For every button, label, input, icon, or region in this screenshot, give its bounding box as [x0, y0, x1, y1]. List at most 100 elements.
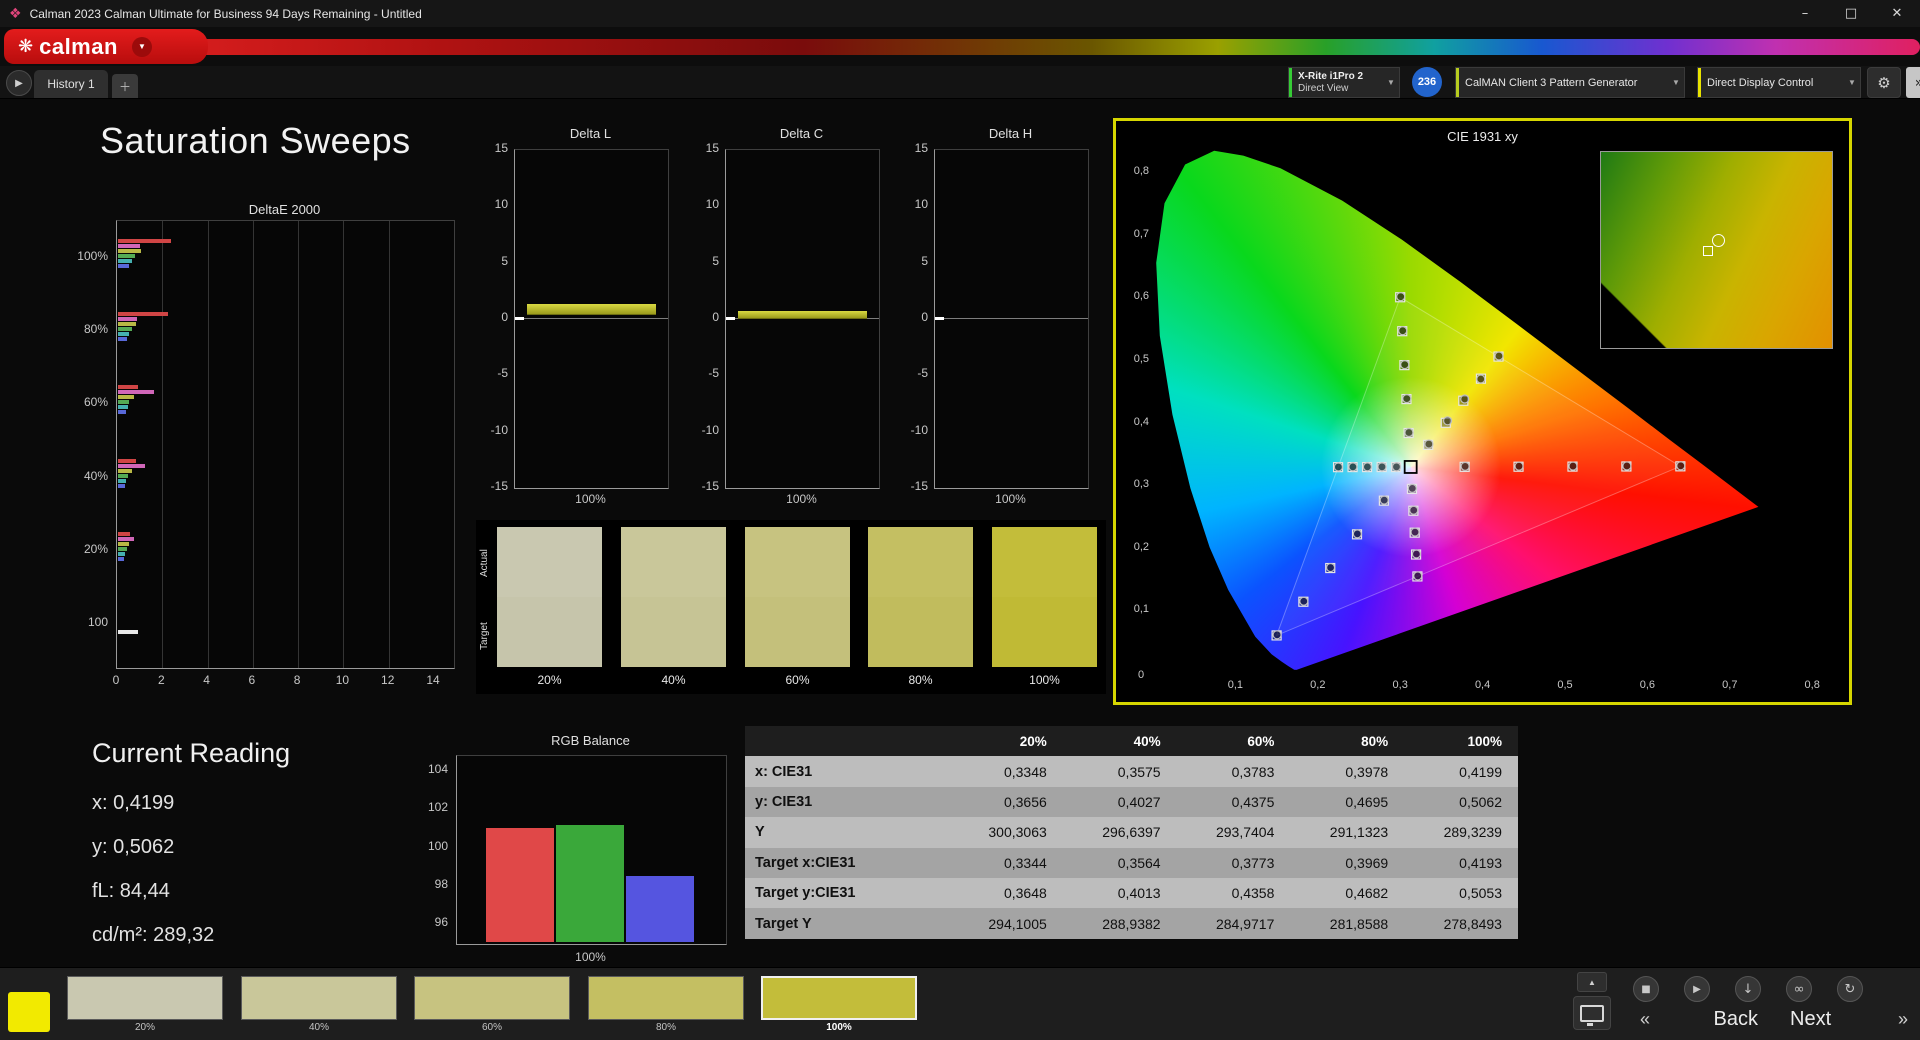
table-row: Target y:CIE31 0,3648 0,4013 0,4358 0,4682 0,… — [745, 877, 1518, 909]
calman-logo-menu[interactable]: ❋ calman ▼ — [4, 29, 208, 64]
window-controls: – □ ✕ — [1782, 0, 1920, 27]
deltaC-zero-tick — [726, 317, 735, 320]
play-button[interactable]: ▶ — [1684, 976, 1710, 1002]
deltaL-y-tick: 5 — [501, 253, 508, 268]
cie-y-tick: 0,2 — [1133, 540, 1149, 553]
swatch-actual — [868, 527, 973, 597]
pattern-generator-dropdown[interactable]: CalMAN Client 3 Pattern Generator ▼ — [1455, 67, 1685, 98]
actual-row-label: Actual — [479, 549, 490, 578]
pattern-patch-20%[interactable] — [67, 976, 223, 1020]
minimize-button[interactable]: – — [1782, 0, 1828, 27]
rgb-bar — [556, 824, 624, 942]
table-row-label: Target Y — [755, 915, 812, 932]
saturation-swatch — [621, 527, 726, 667]
deltaL-zero-line — [515, 318, 668, 319]
stop-button[interactable]: ■ — [1633, 976, 1659, 1002]
pattern-patch-80%[interactable] — [588, 976, 744, 1020]
deltaC-y-tick: 10 — [705, 197, 719, 212]
settings-button[interactable]: ⚙ — [1867, 67, 1901, 98]
cie-measured-point — [1404, 427, 1414, 438]
back-label: Back — [1713, 1007, 1758, 1030]
cie-measured-point — [1362, 462, 1373, 472]
deltaE-bar — [118, 459, 137, 463]
deltaL-y-tick: 15 — [494, 141, 508, 155]
cie-y-tick: 0,1 — [1133, 603, 1149, 616]
table-cell: 0,4375 — [1231, 793, 1275, 810]
current-reading-title: Current Reading — [92, 738, 291, 768]
cie-measured-point — [1460, 461, 1470, 471]
overflow-button[interactable]: » — [1906, 67, 1920, 98]
meter-line1: X-Rite i1Pro 2 — [1298, 70, 1364, 82]
cie-measured-point — [1377, 462, 1387, 472]
deltaE-bar — [118, 484, 125, 488]
deltaL-y-tick: -15 — [490, 479, 508, 493]
link-button[interactable]: ∞ — [1786, 976, 1812, 1002]
deltaC-y-tick: 15 — [705, 141, 719, 155]
cie-measured-point — [1476, 374, 1486, 384]
close-button[interactable]: ✕ — [1874, 0, 1920, 27]
deltaE-bar — [118, 630, 139, 634]
swatch-percent-label: 80% — [908, 673, 933, 687]
refresh-button[interactable]: ↻ — [1837, 976, 1863, 1002]
next-button[interactable]: Next » — [1790, 1004, 1908, 1034]
back-button[interactable]: « Back — [1640, 1004, 1758, 1034]
table-cell: 0,4358 — [1231, 885, 1275, 902]
saturation-swatch — [868, 527, 973, 667]
table-column-header: 20% — [1019, 733, 1047, 749]
table-cell: 0,3773 — [1231, 854, 1275, 871]
cie-measured-point — [1325, 562, 1336, 573]
cie-origin-label: 0 — [1137, 669, 1145, 681]
deltaC-bar — [738, 310, 867, 319]
table-cell: 0,4682 — [1345, 885, 1389, 902]
pattern-patch-40%[interactable] — [241, 976, 397, 1020]
meter-label: X-Rite i1Pro 2 Direct View — [1292, 71, 1383, 95]
deltaL-title: Delta L — [569, 126, 612, 141]
deltaE-x-tick: 4 — [203, 673, 210, 687]
deltaE-bar — [118, 312, 168, 316]
app-window: ❖ Calman 2023 Calman Ultimate for Busine… — [0, 0, 1920, 1040]
cie-y-tick: 0,6 — [1133, 290, 1149, 303]
deltaC-y-tick: -10 — [701, 422, 719, 437]
monitor-icon — [1580, 1004, 1604, 1026]
rgb-bar — [626, 876, 694, 942]
rgb-title: RGB Balance — [551, 733, 630, 748]
meter-dropdown[interactable]: X-Rite i1Pro 2 Direct View ▼ — [1288, 67, 1400, 98]
rainbow-strip — [120, 39, 1920, 55]
history-nav-button[interactable]: ▶ — [6, 70, 32, 96]
cie-x-tick: 0,4 — [1474, 679, 1491, 691]
collapse-panel-button[interactable]: ▲ — [1577, 972, 1607, 992]
table-cell: 0,3969 — [1345, 854, 1389, 871]
pattern-patch-100%[interactable] — [761, 976, 917, 1020]
cie-measured-point — [1402, 394, 1412, 404]
cie-measured-point — [1460, 394, 1470, 404]
meter-count-badge: 236 — [1412, 67, 1442, 97]
deltaE-category-label: 20% — [83, 542, 108, 556]
tab-history-1[interactable]: History 1 — [34, 70, 108, 98]
cie-measured-point — [1396, 292, 1406, 302]
deltaE-bar — [118, 239, 172, 243]
add-tab-button[interactable]: ＋ — [112, 74, 138, 98]
display-view-button[interactable] — [1573, 996, 1611, 1030]
table-row: Target Y 294,1005 288,9382 284,9717 281,8588… — [745, 908, 1518, 939]
cie-1931-panel: CIE 1931 xy 0,1 0,2 0,3 0,4 0,5 0,6 0,7 0,8 0,1 0… — [1113, 118, 1852, 705]
deltaE-x-tick: 6 — [248, 673, 256, 687]
tab-bar: ▶ History 1 ＋ X-Rite i1Pro 2 Direct View… — [0, 66, 1920, 99]
maximize-button[interactable]: □ — [1828, 0, 1874, 27]
saturation-swatch — [497, 527, 602, 667]
deltaE-bar — [118, 264, 130, 268]
cie-measured-point — [1407, 483, 1417, 493]
logo-dropdown-icon[interactable]: ▼ — [131, 36, 152, 57]
swatch-actual — [745, 527, 850, 597]
cie-measured-point — [1409, 505, 1419, 515]
display-control-dropdown[interactable]: Direct Display Control ▼ — [1697, 67, 1861, 98]
deltaE-category-label: 60% — [83, 395, 108, 409]
deltaE-bar — [118, 532, 131, 536]
pattern-patch-60%[interactable] — [414, 976, 570, 1020]
cie-measured-point — [1424, 439, 1434, 449]
cie-x-tick: 0,7 — [1722, 679, 1738, 691]
chevron-down-icon: ▼ — [1672, 78, 1680, 87]
deltaE-bar — [118, 337, 128, 341]
deltaE-x-tick: 0 — [112, 673, 120, 687]
deltaE-bar — [118, 390, 155, 394]
save-button[interactable]: ↓ — [1735, 976, 1761, 1002]
